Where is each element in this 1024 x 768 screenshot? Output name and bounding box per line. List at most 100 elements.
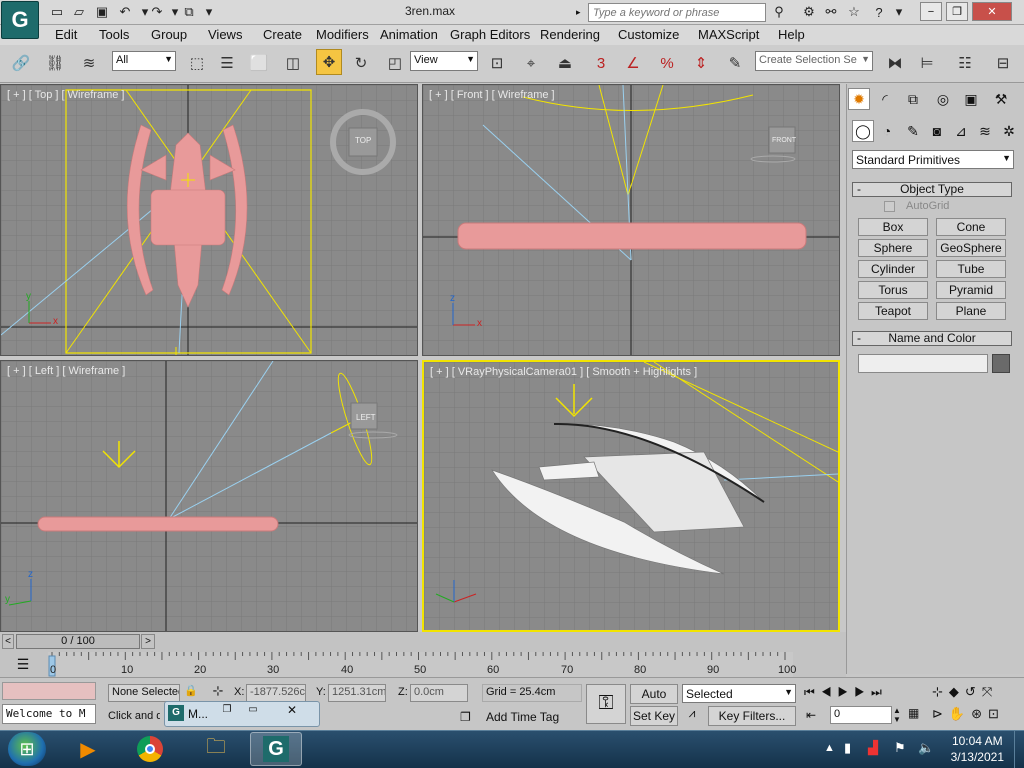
viewport-navigation-top[interactable]: ⊹◆↺⤧ (932, 684, 1022, 700)
menu-group[interactable]: Group (151, 27, 187, 42)
maxscript-input[interactable]: Welcome to M (2, 704, 96, 724)
time-tag-icon[interactable]: ❐ (460, 710, 476, 726)
go-to-end-icon[interactable]: ⏭ (871, 685, 888, 699)
select-object-icon[interactable]: ⬚ (184, 50, 210, 76)
object-type-rollout-header[interactable]: - Object Type (852, 182, 1012, 197)
save-icon[interactable]: ▣ (93, 3, 111, 21)
project-folder-icon[interactable]: ⧉ (180, 3, 198, 21)
lights-category-icon[interactable]: ✎ (902, 120, 924, 142)
minimize-icon[interactable]: − (920, 2, 942, 21)
orbit-icon[interactable]: ↺ (965, 684, 982, 699)
maximize-viewport-icon[interactable]: ⤧ (982, 684, 998, 699)
viewport-camera[interactable]: [ + ] [ VRayPhysicalCamera01 ] [ Smooth … (422, 360, 840, 632)
open-folder-icon[interactable]: ▱ (70, 3, 88, 21)
select-and-rotate-icon[interactable]: ↻ (348, 50, 374, 76)
set-key-key-icon[interactable]: ⚿ (586, 684, 626, 724)
thumbnail-restore-icon[interactable]: ▭ (242, 704, 264, 720)
auto-key-button[interactable]: Auto Key (630, 684, 678, 719)
edit-named-selection-icon[interactable]: ✎ (722, 50, 748, 76)
show-hidden-icons-icon[interactable]: ▲ (824, 742, 835, 754)
object-color-swatch[interactable] (992, 354, 1010, 373)
name-and-color-rollout-header[interactable]: - Name and Color (852, 331, 1012, 346)
select-manipulate-icon[interactable]: ⌖ (518, 50, 544, 76)
cameras-category-icon[interactable]: ◙ (926, 120, 948, 142)
menu-create[interactable]: Create (263, 27, 302, 42)
viewcube-top[interactable]: TOP (355, 136, 371, 145)
time-slider[interactable]: 0 / 100 (16, 634, 140, 649)
thumbnail-minimize-icon[interactable]: ❐ (216, 704, 238, 720)
link-icon[interactable]: 🔗 (8, 50, 34, 76)
viewport-left[interactable]: [ + ] [ Left ] [ Wireframe ] LEFT z y (0, 360, 418, 632)
go-to-start-icon[interactable]: ⏮ (804, 685, 821, 699)
chrome-icon[interactable] (124, 732, 176, 766)
autogrid-checkbox[interactable] (884, 201, 895, 212)
select-by-name-icon[interactable]: ☰ (214, 50, 240, 76)
cylinder-button[interactable]: Cylinder (858, 260, 928, 278)
redo-icon[interactable]: ↷ (148, 3, 166, 21)
undo-icon[interactable]: ↶ (116, 3, 134, 21)
menu-help[interactable]: Help (778, 27, 805, 42)
percent-snap-icon[interactable]: % (654, 50, 680, 76)
new-file-icon[interactable]: ▭ (48, 3, 66, 21)
viewport-label-camera[interactable]: [ + ] [ VRayPhysicalCamera01 ] [ Smooth … (430, 366, 697, 378)
system-clock[interactable]: 10:04 AM 3/13/2021 (951, 733, 1004, 765)
menu-maxscript[interactable]: MAXScript (698, 27, 759, 42)
object-category-dropdown[interactable]: Standard Primitives ▼ (852, 150, 1014, 169)
select-and-move-icon[interactable]: ✥ (316, 49, 342, 75)
key-filters-button[interactable]: Key Filters... (708, 706, 796, 726)
thumbnail-close-icon[interactable]: ✕ (270, 703, 314, 719)
systems-category-icon[interactable]: ✲ (998, 120, 1020, 142)
layer-manager-icon[interactable]: ☷ (952, 50, 978, 76)
pivot-center-icon[interactable]: ⊡ (484, 50, 510, 76)
absolute-mode-icon[interactable]: ⊹ (208, 683, 228, 701)
prev-frame-arrow[interactable]: < (2, 634, 14, 649)
mirror-icon[interactable]: ⧓ (882, 50, 908, 76)
add-time-tag-button[interactable]: Add Time Tag (486, 710, 559, 724)
orbit-camera-icon[interactable]: ⊛ (971, 706, 988, 721)
torus-button[interactable]: Torus (858, 281, 928, 299)
viewport-top[interactable]: [ + ] [ Top ] [ Wireframe ] TOP x y (0, 84, 418, 356)
helpers-category-icon[interactable]: ⊿ (950, 120, 972, 142)
current-frame-field[interactable]: 0 (830, 706, 892, 724)
box-button[interactable]: Box (858, 218, 928, 236)
menu-views[interactable]: Views (208, 27, 242, 42)
modify-tab-icon[interactable]: ◜ (874, 88, 896, 110)
set-key-button[interactable]: Set Key (630, 706, 678, 726)
volume-tray-icon[interactable]: 🔈 (918, 740, 934, 756)
selection-filter-dropdown[interactable]: All ▼ (112, 51, 176, 71)
viewport-label-top[interactable]: [ + ] [ Top ] [ Wireframe ] (7, 89, 124, 101)
zoom-icon[interactable]: ⊹ (932, 684, 949, 699)
next-frame-icon[interactable]: ▶ (854, 685, 871, 699)
y-coordinate-field[interactable]: 1251.31cm (328, 684, 386, 702)
shapes-category-icon[interactable]: ◔ (876, 120, 898, 142)
rectangular-selection-icon[interactable]: ⬜ (246, 50, 272, 76)
cone-button[interactable]: Cone (936, 218, 1006, 236)
menu-graph-editors[interactable]: Graph Editors (450, 27, 530, 42)
favorites-star-icon[interactable]: ☆ (845, 3, 863, 21)
maxscript-listener-mini[interactable] (2, 682, 96, 700)
geosphere-button[interactable]: GeoSphere (936, 239, 1006, 257)
window-crossing-icon[interactable]: ◫ (280, 50, 306, 76)
spacewarps-category-icon[interactable]: ≋ (974, 120, 996, 142)
x-coordinate-field[interactable]: -1877.526c (246, 684, 306, 702)
network-tray-icon[interactable]: ▮ (844, 740, 851, 756)
key-mode-dropdown[interactable]: Selected ▼ (682, 684, 796, 703)
named-selection-set-dropdown[interactable]: Create Selection Se ▼ (755, 51, 873, 71)
z-coordinate-field[interactable]: 0.0cm (410, 684, 468, 702)
viewport-label-front[interactable]: [ + ] [ Front ] [ Wireframe ] (429, 89, 555, 101)
geometry-category-icon[interactable]: ◯ (852, 120, 874, 142)
3dsmax-taskbar-icon[interactable]: G (250, 732, 302, 766)
viewcube-left[interactable]: LEFT (356, 413, 376, 422)
field-of-view-icon[interactable]: ⊳ (932, 706, 949, 721)
viewport-label-left[interactable]: [ + ] [ Left ] [ Wireframe ] (7, 365, 125, 377)
previous-frame-icon[interactable]: ◀ (821, 685, 838, 699)
help-dropdown-icon[interactable]: ▾ (890, 3, 908, 21)
zoom-all-icon[interactable]: ◆ (949, 684, 965, 699)
restore-icon[interactable]: ❐ (946, 2, 968, 21)
unlink-icon[interactable]: ⛓ (42, 50, 68, 76)
tube-button[interactable]: Tube (936, 260, 1006, 278)
viewport-navigation-bottom[interactable]: ⊳✋⊛⊡ (932, 706, 1022, 722)
create-tab-icon[interactable]: ✹ (848, 88, 870, 110)
search-expand-icon[interactable]: ▸ (576, 3, 586, 22)
flag-tray-icon[interactable]: ⚑ (894, 740, 906, 756)
